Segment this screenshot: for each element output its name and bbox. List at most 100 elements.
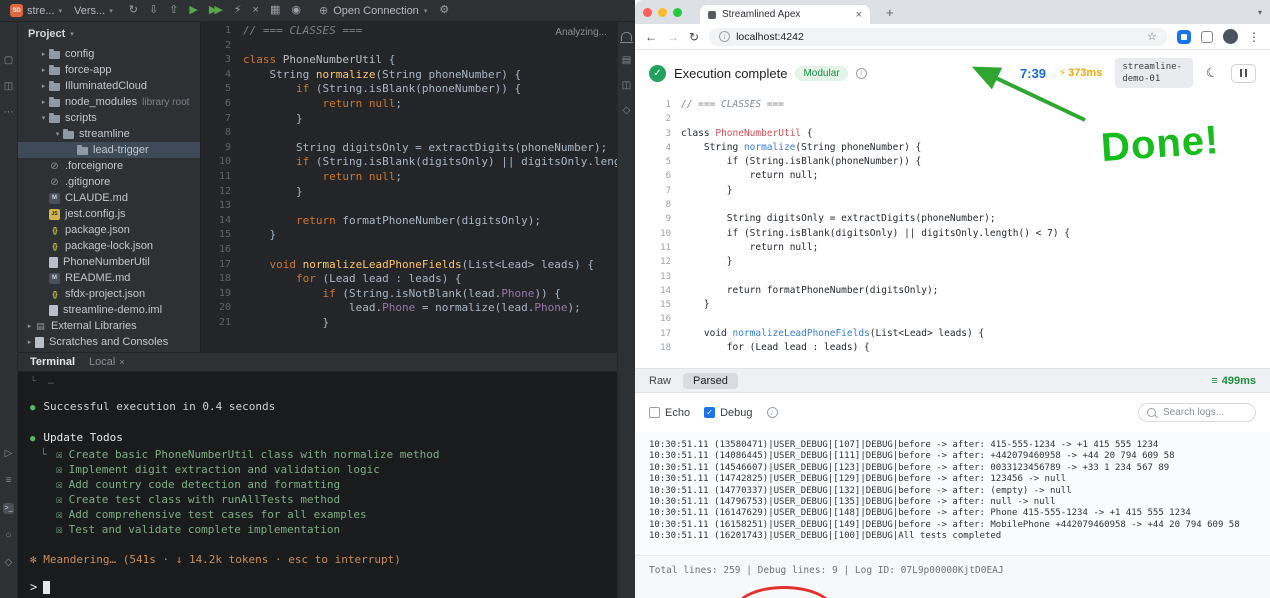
tree-item[interactable]: {}sfdx-project.json: [18, 286, 200, 302]
parsed-tab[interactable]: Parsed: [683, 373, 738, 389]
notifications-icon[interactable]: [621, 32, 632, 41]
info-icon[interactable]: i: [767, 407, 778, 418]
code-line[interactable]: 21 }: [201, 316, 617, 331]
zoom-window-button[interactable]: [673, 8, 682, 17]
extensions-icon[interactable]: [1201, 31, 1213, 43]
run-all-icon[interactable]: ▶▶: [209, 5, 220, 16]
code-line[interactable]: 20 lead.Phone = normalize(lead.Phone);: [201, 301, 617, 316]
run-tool-icon[interactable]: ▷: [5, 449, 13, 459]
tree-item[interactable]: ▸node_moduleslibrary root: [18, 94, 200, 110]
tree-item[interactable]: {}package.json: [18, 222, 200, 238]
code-line[interactable]: 12 }: [201, 185, 617, 200]
more-icon[interactable]: ⋯: [4, 108, 14, 118]
profile-avatar[interactable]: [1223, 29, 1238, 44]
todo-tool-icon[interactable]: ≡: [6, 476, 12, 486]
search-icon: [1147, 408, 1156, 417]
code-line[interactable]: 10 if (String.isBlank(digitsOnly) || dig…: [201, 155, 617, 170]
tree-item[interactable]: ▸config: [18, 46, 200, 62]
push-icon[interactable]: ⇧: [169, 5, 178, 16]
tree-item[interactable]: ▸▤External Libraries: [18, 318, 200, 334]
code-line[interactable]: 9 String digitsOnly = extractDigits(phon…: [201, 141, 617, 156]
tree-item[interactable]: ▾streamline: [18, 126, 200, 142]
bookmark-star-icon[interactable]: ☆: [1147, 30, 1157, 43]
code-line[interactable]: 19 if (String.isNotBlank(lead.Phone)) {: [201, 287, 617, 302]
tab-local[interactable]: Local ×: [89, 356, 125, 368]
pause-button[interactable]: [1231, 64, 1256, 83]
tree-item[interactable]: PhoneNumberUtil: [18, 254, 200, 270]
layers-icon[interactable]: ▤: [622, 56, 631, 66]
code-line[interactable]: 2: [201, 39, 617, 54]
open-connection-button[interactable]: ⊕ Open Connection ▾: [319, 4, 427, 17]
terminal-tool-icon[interactable]: >_: [3, 503, 15, 514]
tree-item[interactable]: ▸force-app: [18, 62, 200, 78]
tree-item[interactable]: {}package-lock.json: [18, 238, 200, 254]
minimize-window-button[interactable]: [658, 8, 667, 17]
new-tab-button[interactable]: +: [886, 5, 894, 20]
code-line[interactable]: 13: [201, 199, 617, 214]
tree-item[interactable]: MCLAUDE.md: [18, 190, 200, 206]
find-tool-icon[interactable]: ○: [5, 531, 11, 541]
raw-tab[interactable]: Raw: [649, 375, 671, 387]
pinned-extension-icon[interactable]: [1177, 30, 1191, 44]
browser-tab[interactable]: Streamlined Apex ×: [700, 5, 870, 24]
services-tool-icon[interactable]: ◇: [5, 558, 13, 568]
debug-checkbox[interactable]: ✓ Debug: [704, 407, 752, 419]
tree-item[interactable]: ⊘.gitignore: [18, 174, 200, 190]
code-line[interactable]: 4 String normalize(String phoneNumber) {: [201, 68, 617, 83]
tree-item[interactable]: lead-trigger: [18, 142, 200, 158]
site-info-icon[interactable]: i: [719, 31, 730, 42]
search-box[interactable]: [1138, 403, 1256, 422]
code-line[interactable]: 8: [201, 126, 617, 141]
close-window-button[interactable]: [643, 8, 652, 17]
tree-item[interactable]: ▸Scratches and Consoles: [18, 334, 200, 350]
code-line[interactable]: 7 }: [201, 112, 617, 127]
tree-item[interactable]: ▾scripts: [18, 110, 200, 126]
tree-item[interactable]: ⊘.forceignore: [18, 158, 200, 174]
vcs-selector[interactable]: Vers... ▾: [74, 5, 113, 17]
code-line[interactable]: 14 return formatPhoneNumber(digitsOnly);: [201, 214, 617, 229]
forward-button[interactable]: →: [667, 30, 679, 44]
sync-icon[interactable]: ↻: [129, 5, 138, 16]
record-icon[interactable]: ◉: [291, 5, 301, 16]
theme-toggle-icon[interactable]: ☾: [1204, 64, 1219, 82]
code-line[interactable]: 5 if (String.isBlank(phoneNumber)) {: [201, 82, 617, 97]
run-icon[interactable]: ▶: [189, 5, 197, 16]
search-input[interactable]: [1161, 406, 1247, 419]
dependencies-icon[interactable]: ◇: [623, 106, 631, 116]
terminal-prompt[interactable]: >: [30, 580, 50, 594]
tree-item[interactable]: MREADME.md: [18, 270, 200, 286]
code-line[interactable]: 6 return null;: [201, 97, 617, 112]
pull-icon[interactable]: ⇩: [149, 5, 158, 16]
project-panel-header[interactable]: Project ▾: [18, 22, 200, 46]
code-line[interactable]: 18 for (Lead lead : leads) {: [201, 272, 617, 287]
code-line[interactable]: 3class PhoneNumberUtil {: [201, 53, 617, 68]
info-icon[interactable]: i: [856, 68, 867, 79]
reload-button[interactable]: ↻: [689, 30, 699, 44]
code-editor[interactable]: Analyzing... 1// === CLASSES ===23class …: [200, 22, 617, 352]
stop-icon[interactable]: ×: [253, 5, 259, 16]
back-button[interactable]: ←: [645, 30, 657, 44]
project-selector[interactable]: SD stre... ▾: [10, 4, 62, 17]
database-icon[interactable]: ◫: [622, 81, 631, 91]
tree-item[interactable]: JSjest.config.js: [18, 206, 200, 222]
close-tab-icon[interactable]: ×: [856, 9, 862, 21]
code-line[interactable]: 11 return null;: [201, 170, 617, 185]
lightning-icon[interactable]: ⚡: [234, 5, 242, 16]
tree-item[interactable]: ▸IlluminatedCloud: [18, 78, 200, 94]
code-line[interactable]: 17 void normalizeLeadPhoneFields(List<Le…: [201, 258, 617, 273]
tab-terminal[interactable]: Terminal: [30, 356, 75, 368]
code-line[interactable]: 16: [201, 243, 617, 258]
address-bar[interactable]: i localhost:4242 ☆: [709, 28, 1167, 46]
org-selector[interactable]: streamline-demo-01: [1115, 58, 1193, 88]
terminal-panel[interactable]: └ … ● Successful execution in 0.4 second…: [18, 372, 617, 598]
coverage-icon[interactable]: ▦: [270, 5, 280, 16]
tree-item[interactable]: streamline-demo.iml: [18, 302, 200, 318]
settings-gear-icon[interactable]: ⚙: [439, 5, 449, 16]
echo-checkbox[interactable]: Echo: [649, 407, 690, 419]
browser-menu-icon[interactable]: ⋮: [1248, 30, 1260, 44]
tab-search-icon[interactable]: ▾: [1258, 8, 1262, 17]
close-icon[interactable]: ×: [119, 357, 124, 367]
commit-icon[interactable]: ◫: [4, 82, 13, 92]
project-icon[interactable]: ▢: [4, 56, 13, 66]
code-line[interactable]: 15 }: [201, 228, 617, 243]
